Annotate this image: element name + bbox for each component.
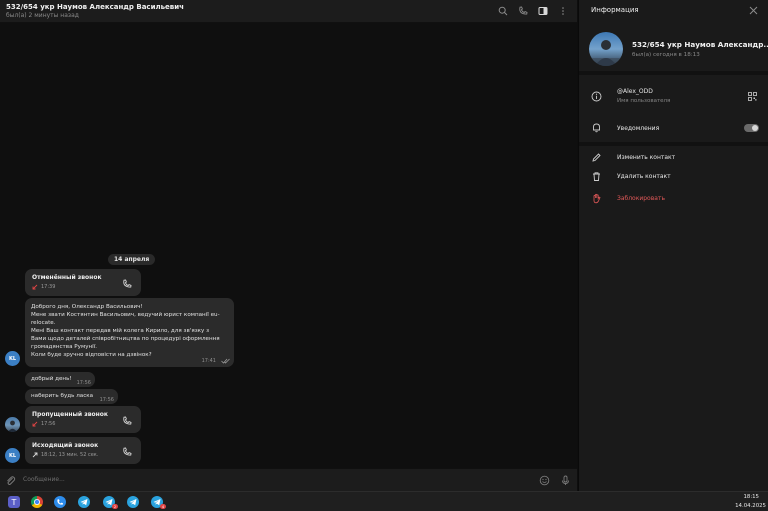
call-time: 17:56 <box>41 421 56 427</box>
telegram-icon[interactable] <box>127 496 139 508</box>
teams-icon[interactable]: T <box>8 496 20 508</box>
unread-badge: 2 <box>112 504 118 509</box>
avatar[interactable]: KL <box>5 448 20 463</box>
telegram-icon[interactable]: 4 <box>151 496 166 509</box>
taskbar: T 2 4 18:15 14.04.2025 <box>0 491 768 511</box>
app-icon[interactable] <box>54 496 66 508</box>
clock-date[interactable]: 14.04.2025 <box>735 503 766 509</box>
clock-time[interactable]: 18:15 <box>743 494 759 500</box>
microphone-icon[interactable] <box>560 475 571 486</box>
composer: Сообщение... <box>0 468 577 491</box>
divider <box>579 142 768 146</box>
emoji-icon[interactable] <box>539 475 550 486</box>
username-caption: Имя пользователя <box>617 98 671 104</box>
message-list[interactable]: 14 апреля Отменённый звонок 17:39 Доброг… <box>0 23 577 468</box>
message-line: Мені Ваш контакт передав мій колега Кири… <box>31 328 210 334</box>
message-text: наберить будь ласка <box>31 393 94 399</box>
unread-badge: 4 <box>160 504 166 509</box>
message-time: 17:56 <box>99 397 114 403</box>
info-icon <box>591 91 602 102</box>
divider <box>579 71 768 75</box>
telegram-icon[interactable] <box>78 496 90 508</box>
call-missed-arrow-icon <box>32 421 38 427</box>
message-line: громадянства Румунії. <box>31 344 98 350</box>
edit-contact-button[interactable]: Изменить контакт <box>617 154 675 161</box>
phone-icon[interactable] <box>517 5 529 17</box>
telegram-icon[interactable]: 2 <box>103 496 118 509</box>
message-line: Вами щодо деталей співробітництва по про… <box>31 336 220 342</box>
hand-block-icon <box>593 193 601 204</box>
cancelled-call-message[interactable]: Отменённый звонок 17:39 <box>25 269 141 296</box>
delete-contact-button[interactable]: Удалить контакт <box>617 173 671 180</box>
pencil-icon <box>592 153 601 162</box>
message-line: Мене звати Костянтин Васильович, ведучий… <box>31 312 220 318</box>
call-title: Пропущенный звонок <box>32 411 108 418</box>
phone-icon[interactable] <box>122 416 132 426</box>
bell-icon <box>593 123 600 133</box>
avatar[interactable] <box>5 417 20 432</box>
message-text: добрый день! <box>31 376 72 382</box>
search-icon[interactable] <box>497 5 509 17</box>
text-message[interactable]: Доброго дня, Олександр Васильович! Мене … <box>25 298 234 367</box>
chat-status: был(а) 2 минуты назад <box>6 12 79 19</box>
more-vert-icon[interactable] <box>557 5 569 17</box>
text-message[interactable]: добрый день! 17:56 <box>25 372 95 387</box>
message-input[interactable]: Сообщение... <box>23 476 65 483</box>
call-time: 17:39 <box>41 284 56 290</box>
avatar[interactable]: KL <box>5 351 20 366</box>
sidebar-toggle-icon[interactable] <box>537 5 549 17</box>
missed-call-message[interactable]: Пропущенный звонок 17:56 <box>25 406 141 433</box>
message-time: 17:56 <box>76 380 91 386</box>
notifications-toggle[interactable] <box>744 124 759 132</box>
message-line: relocate. <box>31 320 56 326</box>
phone-icon[interactable] <box>122 279 132 289</box>
date-separator: 14 апреля <box>108 254 156 265</box>
message-line: Доброго дня, Олександр Васильович! <box>31 304 143 310</box>
svg-text:T: T <box>11 498 17 507</box>
outgoing-call-message[interactable]: Исходящий звонок 18:12, 13 мин. 52 сек. <box>25 437 141 464</box>
call-title: Отменённый звонок <box>32 274 102 281</box>
call-title: Исходящий звонок <box>32 442 99 449</box>
text-message[interactable]: наберить будь ласка 17:56 <box>25 389 118 404</box>
attach-icon[interactable] <box>5 475 16 486</box>
chat-title[interactable]: 532/654 укр Наумов Александр Васильевич <box>6 3 184 11</box>
notifications-label: Уведомления <box>617 125 660 132</box>
profile-photo[interactable] <box>589 32 623 66</box>
chat-header: 532/654 укр Наумов Александр Васильевич … <box>0 0 577 23</box>
profile-name: 532/654 укр Наумов Александр... <box>632 40 768 49</box>
info-panel: Информация 532/654 укр Наумов Александр.… <box>578 0 768 491</box>
profile-status: был(а) сегодня в 18:13 <box>632 52 700 58</box>
block-button[interactable]: Заблокировать <box>617 195 665 202</box>
phone-icon[interactable] <box>122 447 132 457</box>
toggle-knob <box>752 125 758 131</box>
username[interactable]: @Alex_ODD <box>617 88 653 95</box>
message-line: Коли буде зручно відповісти на дзвінок? <box>31 352 152 358</box>
close-icon[interactable] <box>749 6 758 15</box>
call-outgoing-arrow-icon <box>32 452 38 458</box>
trash-icon <box>593 172 600 181</box>
call-missed-arrow-icon <box>32 284 38 290</box>
message-time: 17:41 <box>201 358 216 364</box>
call-meta: 18:12, 13 мин. 52 сек. <box>41 452 99 458</box>
info-panel-title: Информация <box>591 6 639 14</box>
read-checkmarks-icon <box>221 358 230 364</box>
chrome-icon[interactable] <box>31 496 43 508</box>
qr-code-icon[interactable] <box>748 92 757 101</box>
